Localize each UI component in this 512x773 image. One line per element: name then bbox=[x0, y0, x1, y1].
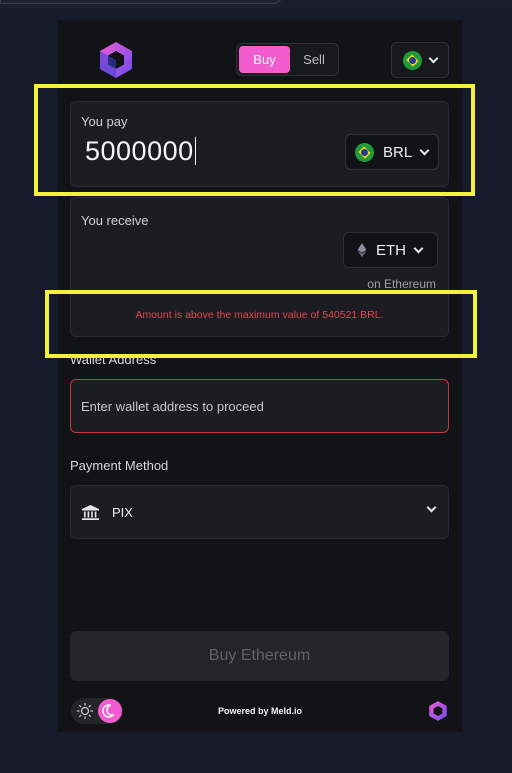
sun-icon bbox=[76, 702, 94, 720]
chevron-down-icon bbox=[413, 243, 424, 253]
browser-tab-edge bbox=[0, 0, 282, 4]
theme-toggle[interactable] bbox=[71, 698, 123, 724]
network-note: on Ethereum bbox=[367, 277, 436, 291]
sell-tab[interactable]: Sell bbox=[292, 46, 336, 73]
receive-currency-selector[interactable]: ETH bbox=[343, 232, 438, 268]
chevron-down-icon bbox=[428, 53, 439, 63]
brazil-flag-icon bbox=[403, 50, 422, 70]
wallet-address-placeholder: Enter wallet address to proceed bbox=[81, 398, 264, 414]
error-highlight-box bbox=[45, 290, 477, 358]
bank-icon bbox=[82, 504, 99, 520]
meld-logo-icon bbox=[100, 42, 132, 78]
pay-highlight-box bbox=[34, 84, 475, 196]
meld-logo-icon bbox=[429, 701, 447, 721]
wallet-address-input[interactable]: Enter wallet address to proceed bbox=[70, 379, 449, 433]
ethereum-icon bbox=[357, 243, 367, 257]
moon-icon bbox=[102, 704, 115, 718]
buy-sell-toggle: Buy Sell bbox=[236, 43, 339, 76]
receive-label: You receive bbox=[81, 213, 149, 228]
dark-mode-indicator bbox=[98, 699, 122, 723]
payment-method-value: PIX bbox=[112, 504, 133, 520]
chevron-down-icon bbox=[426, 502, 437, 513]
country-selector[interactable] bbox=[391, 42, 449, 78]
powered-by-text: Powered by Meld.io bbox=[217, 706, 302, 716]
payment-method-select[interactable]: PIX bbox=[70, 485, 449, 539]
buy-tab[interactable]: Buy bbox=[239, 46, 290, 73]
receive-currency-label: ETH bbox=[376, 241, 406, 259]
buy-ethereum-button[interactable]: Buy Ethereum bbox=[70, 631, 449, 681]
payment-method-label: Payment Method bbox=[70, 458, 169, 473]
